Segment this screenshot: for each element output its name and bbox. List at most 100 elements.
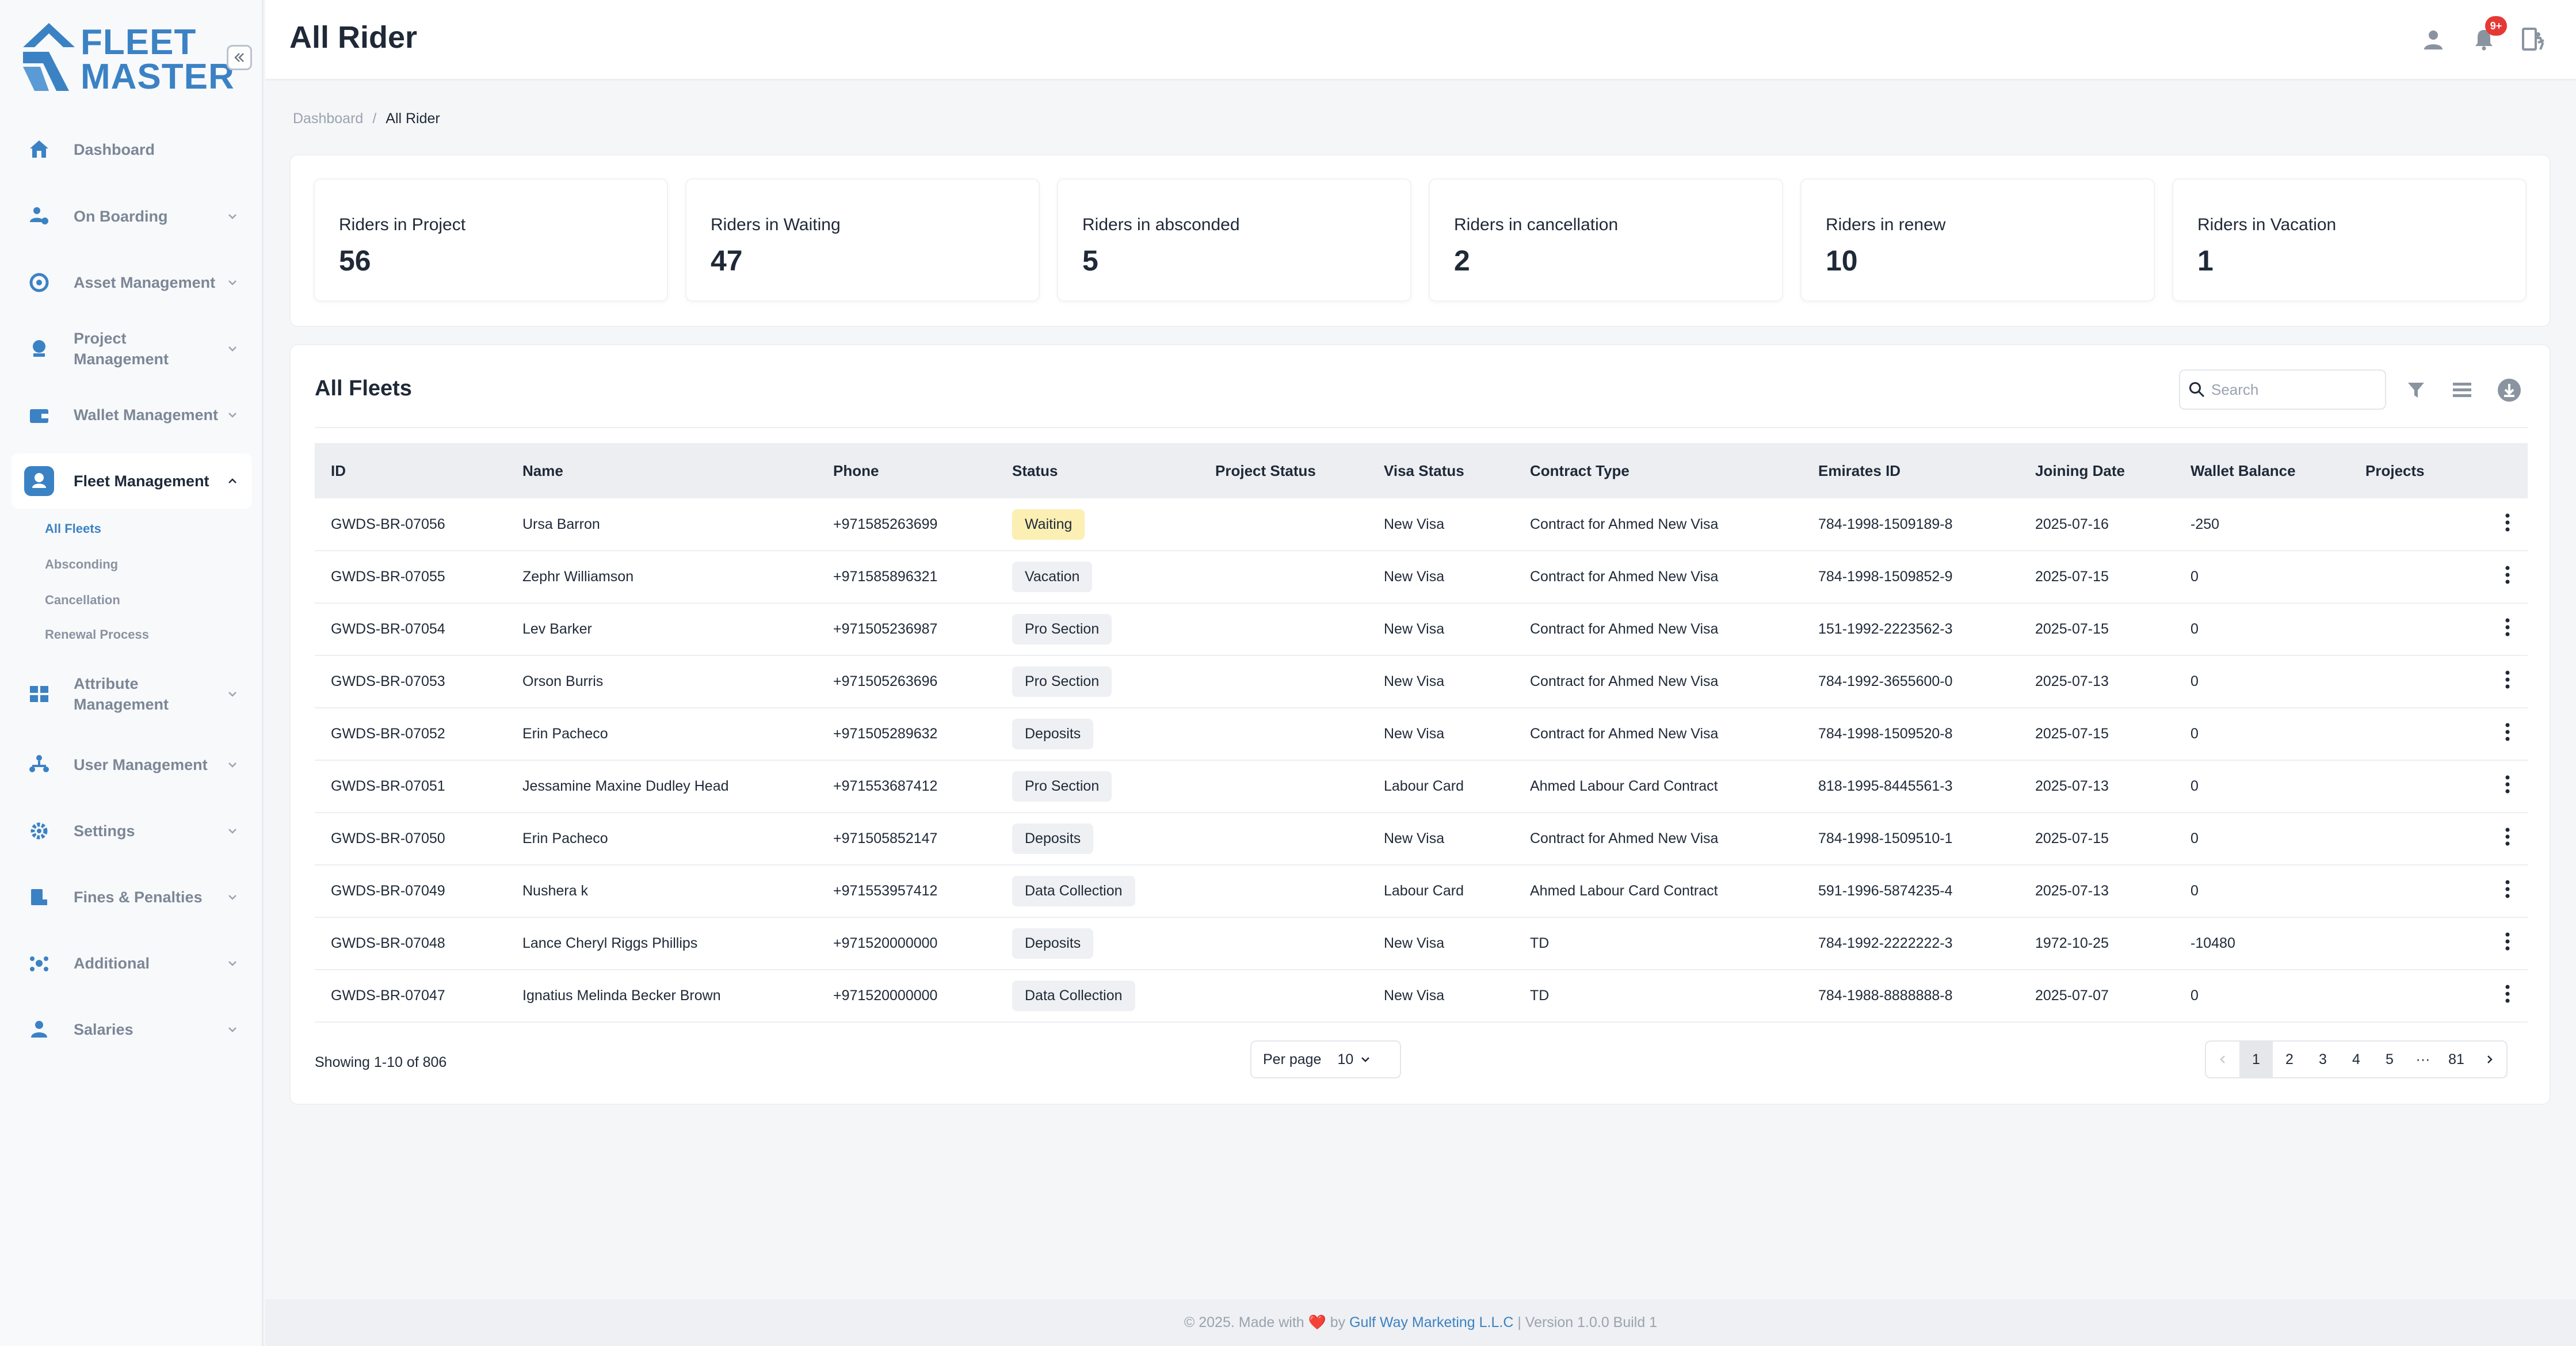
table-row[interactable]: GWDS-BR-07056 Ursa Barron +971585263699 Wai… (315, 498, 2528, 551)
table-row[interactable]: GWDS-BR-07051 Jessamine Maxine Dudley Hea… (315, 760, 2528, 813)
logout-button[interactable] (2517, 23, 2550, 55)
table-cell: Erin Pacheco (522, 830, 608, 847)
sidebar-item-salaries[interactable]: Salaries (12, 1002, 252, 1057)
more-vertical-icon[interactable] (2505, 984, 2510, 1004)
more-vertical-icon[interactable] (2505, 932, 2510, 951)
column-header[interactable]: Name (506, 443, 817, 498)
columns-button[interactable] (2447, 375, 2477, 405)
column-header[interactable]: Phone (817, 443, 996, 498)
sidebar-item-fleet-management[interactable]: Fleet Management (12, 453, 252, 509)
sidebar-item-dashboard[interactable]: Dashboard (12, 122, 252, 177)
table-cell: 784-1992-2222222-3 (1818, 935, 1953, 951)
per-page-value[interactable]: 10 (1337, 1051, 1371, 1068)
list-icon (2453, 383, 2471, 397)
sidebar-item-on-boarding[interactable]: On Boarding (12, 189, 252, 244)
fleet-master-logo[interactable]: FLEET MASTER (23, 21, 234, 96)
sidebar-subitem-absconding[interactable]: Absconding (45, 557, 118, 572)
asset-icon (24, 268, 54, 298)
table-cell: 2025-07-15 (2035, 830, 2109, 847)
sidebar-item-settings[interactable]: Settings (12, 803, 252, 859)
sidebar-item-attribute-management[interactable]: Attribute Management (12, 666, 252, 722)
column-header[interactable]: Project Status (1199, 443, 1368, 498)
table-cell (1199, 917, 1368, 970)
table-cell (1199, 970, 1368, 1022)
user-profile-button[interactable] (2417, 23, 2449, 55)
next-page-button[interactable] (2473, 1042, 2506, 1077)
table-cell (1199, 708, 1368, 760)
table-cell: -250 (2190, 516, 2220, 532)
sidebar-item-project-management[interactable]: Project Management (12, 321, 252, 376)
collapse-sidebar-button[interactable] (227, 45, 252, 70)
page-button[interactable]: 2 (2273, 1042, 2306, 1077)
table-cell: Pro Section (996, 603, 1199, 655)
sidebar-subitem-cancellation[interactable]: Cancellation (45, 593, 120, 608)
sidebar-subitem-all-fleets[interactable]: All Fleets (45, 521, 101, 536)
more-vertical-icon[interactable] (2505, 513, 2510, 532)
table-cell: GWDS-BR-07049 (331, 883, 445, 899)
stat-card: Riders in Waiting 47 (685, 178, 1040, 302)
sidebar-item-asset-management[interactable]: Asset Management (12, 255, 252, 310)
table-row[interactable]: GWDS-BR-07047 Ignatius Melinda Becker Bro… (315, 970, 2528, 1022)
pagination: 1 2 3 4 5 ··· 81 (2205, 1040, 2508, 1078)
more-vertical-icon[interactable] (2505, 879, 2510, 899)
column-header[interactable]: ID (315, 443, 506, 498)
table-row[interactable]: GWDS-BR-07050 Erin Pacheco +971505852147 De… (315, 813, 2528, 865)
table-header-row: ID Name Phone Status Project Status Visa Stat… (315, 443, 2528, 498)
table-cell (2349, 813, 2464, 865)
more-vertical-icon[interactable] (2505, 722, 2510, 742)
column-header[interactable]: Joining Date (2019, 443, 2174, 498)
table-cell: 1972-10-25 (2035, 935, 2109, 951)
page-button[interactable]: 5 (2373, 1042, 2406, 1077)
table-row[interactable]: GWDS-BR-07049 Nushera k +971553957412 Data … (315, 865, 2528, 917)
footer-company-link[interactable]: Gulf Way Marketing L.L.C (1349, 1314, 1513, 1330)
page-button[interactable]: 81 (2440, 1042, 2473, 1077)
search-input[interactable] (2211, 380, 2378, 399)
nav-chevron (222, 891, 243, 903)
table-cell: Nushera k (522, 883, 588, 899)
table-cell (1199, 498, 1368, 551)
column-header[interactable]: Emirates ID (1802, 443, 2019, 498)
table-cell: GWDS-BR-07056 (331, 516, 445, 532)
chevron-down-icon (228, 829, 236, 834)
sidebar-subitem-renewal-process[interactable]: Renewal Process (45, 627, 149, 642)
more-vertical-icon[interactable] (2505, 775, 2510, 794)
more-vertical-icon[interactable] (2505, 565, 2510, 585)
filter-button[interactable] (2401, 375, 2431, 405)
search-box[interactable] (2179, 369, 2386, 410)
table-cell: Contract for Ahmed New Visa (1530, 516, 1719, 532)
table-row[interactable]: GWDS-BR-07048 Lance Cheryl Riggs Phillips… (315, 917, 2528, 970)
column-header[interactable]: Projects (2349, 443, 2464, 498)
column-header[interactable]: Wallet Balance (2174, 443, 2349, 498)
sidebar-item-fines-penalties[interactable]: Fines & Penalties (12, 870, 252, 925)
more-vertical-icon[interactable] (2505, 617, 2510, 637)
table-row[interactable]: GWDS-BR-07053 Orson Burris +971505263696 Pr… (315, 655, 2528, 708)
table-row[interactable]: GWDS-BR-07054 Lev Barker +971505236987 Pro … (315, 603, 2528, 655)
column-header[interactable]: Visa Status (1368, 443, 1514, 498)
download-button[interactable] (2494, 375, 2524, 405)
nav-chevron (222, 688, 243, 700)
prev-page-button[interactable] (2206, 1042, 2239, 1077)
sidebar-item-additional[interactable]: Additional (12, 936, 252, 991)
page-button[interactable]: 1 (2239, 1042, 2273, 1077)
more-vertical-icon[interactable] (2505, 827, 2510, 847)
table-cell: Labour Card (1384, 883, 1464, 899)
sidebar-item-user-management[interactable]: User Management (12, 737, 252, 792)
breadcrumb-dashboard-link[interactable]: Dashboard (293, 110, 363, 127)
chevron-down-icon (228, 762, 236, 768)
stat-card: Riders in Vacation 1 (2172, 178, 2527, 302)
page-button[interactable]: 4 (2340, 1042, 2373, 1077)
per-page-select[interactable]: Per page 10 (1250, 1040, 1401, 1078)
sidebar-item-wallet-management[interactable]: Wallet Management (12, 387, 252, 443)
page-button[interactable]: 3 (2306, 1042, 2340, 1077)
column-header[interactable]: Status (996, 443, 1199, 498)
table-cell: Lev Barker (522, 621, 592, 637)
more-vertical-icon[interactable] (2505, 670, 2510, 689)
table-row[interactable]: GWDS-BR-07055 Zephr Williamson +9715858963… (315, 551, 2528, 603)
column-header[interactable]: Contract Type (1514, 443, 1802, 498)
notifications-button[interactable]: 9+ (2468, 16, 2507, 55)
table-cell: 0 (2190, 778, 2199, 794)
table-row[interactable]: GWDS-BR-07052 Erin Pacheco +971505289632 De… (315, 708, 2528, 760)
sidebar-item-label: Asset Management (74, 274, 216, 291)
table-cell: +971585896321 (833, 569, 938, 585)
table-cell (2349, 865, 2464, 917)
